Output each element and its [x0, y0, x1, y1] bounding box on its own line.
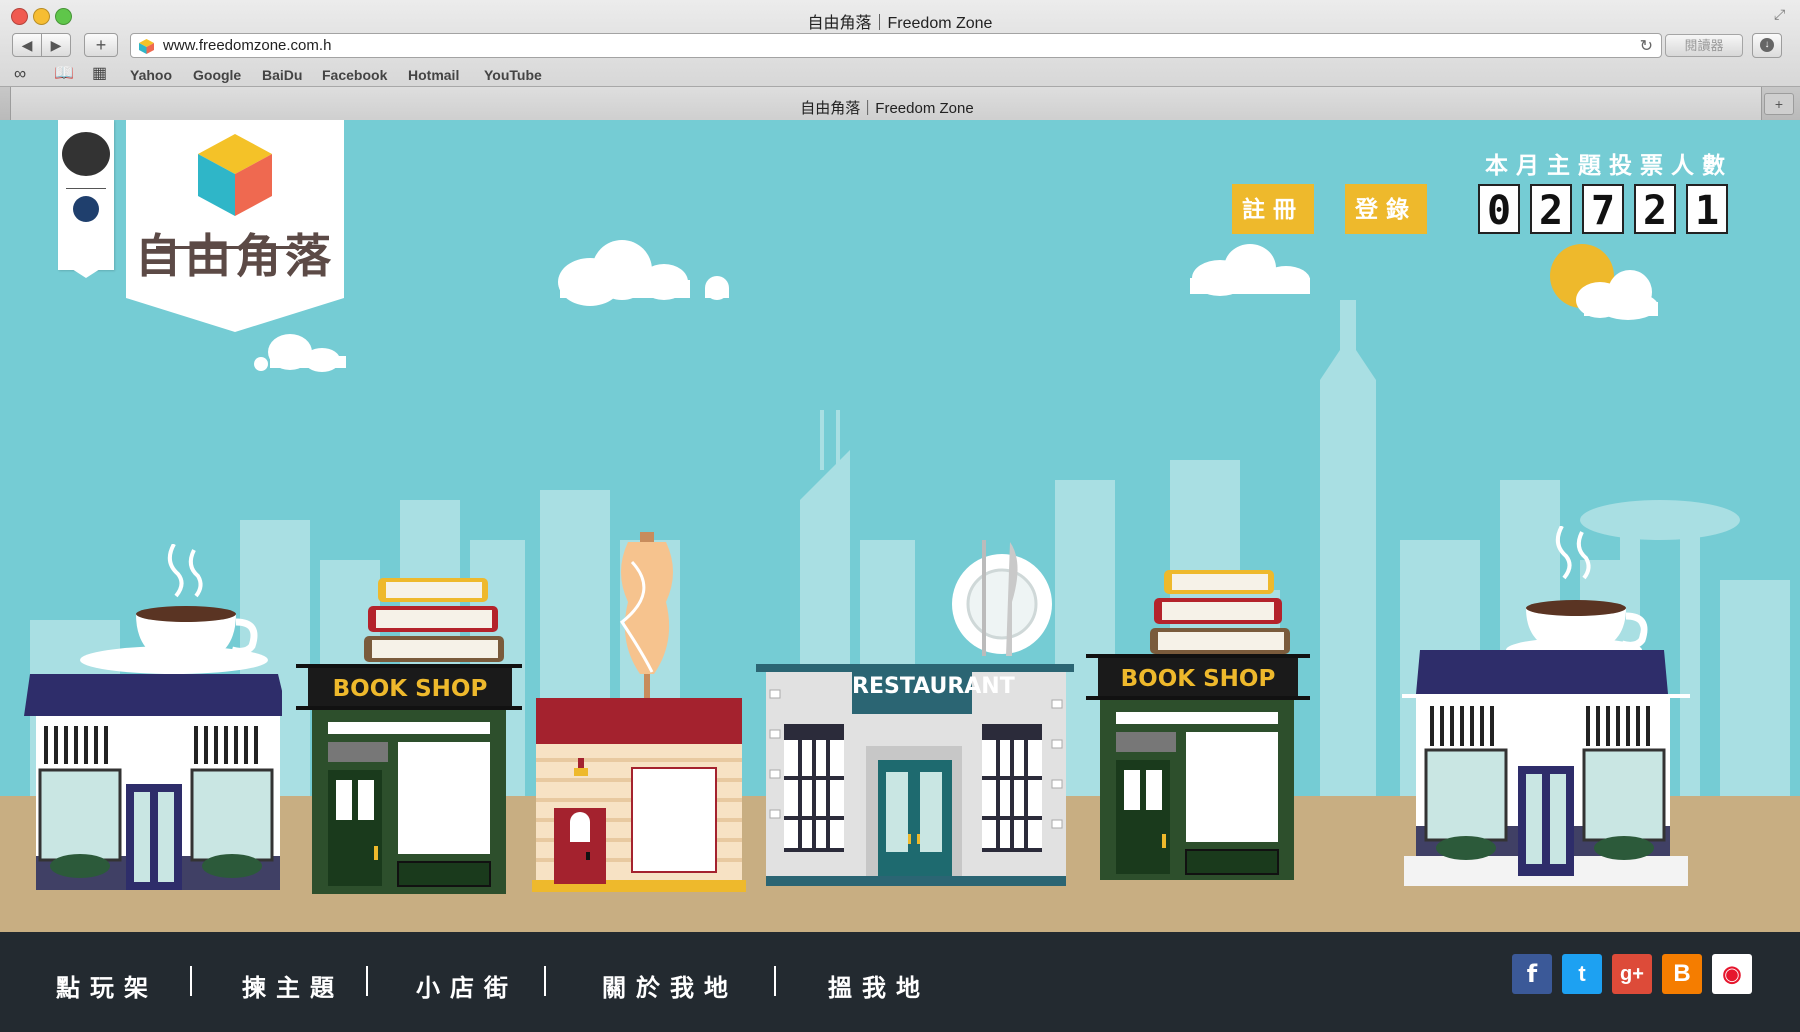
- bookshop-sign: BOOK SHOP: [332, 676, 488, 702]
- bookmarks-book-icon[interactable]: 📖: [54, 63, 74, 83]
- nav-separator: [544, 966, 546, 996]
- reading-list-icon[interactable]: ∞: [14, 64, 26, 84]
- nav-shop-street[interactable]: 小店街: [416, 968, 518, 1003]
- shop-bookshop-2[interactable]: BOOK SHOP: [1086, 568, 1312, 886]
- logo-text: 自由角落: [135, 229, 335, 283]
- restaurant-sign: RESTAURANT: [852, 674, 1015, 699]
- vote-digit: 7: [1582, 184, 1624, 234]
- bookmark-youtube[interactable]: YouTube: [484, 67, 542, 83]
- register-button[interactable]: 註冊: [1232, 184, 1314, 234]
- weibo-icon[interactable]: ◉: [1712, 954, 1752, 994]
- add-tab-button[interactable]: +: [1764, 93, 1794, 115]
- sponsor-badge: [58, 120, 114, 278]
- site-logo[interactable]: 自由角落: [126, 120, 344, 298]
- restaurant-building-illustration: [756, 540, 1074, 886]
- fullscreen-icon[interactable]: ⤢: [1774, 6, 1785, 23]
- vote-digit: 1: [1686, 184, 1728, 234]
- nav-play[interactable]: 點玩架: [56, 968, 158, 1003]
- url-text: www.freedomzone.com.h: [163, 37, 332, 54]
- tab-title: 自由角落｜Freedom Zone: [800, 100, 974, 117]
- vote-digit: 2: [1530, 184, 1572, 234]
- new-tab-button[interactable]: +: [84, 33, 118, 57]
- downloads-button[interactable]: ↓: [1752, 33, 1782, 58]
- shop-bookshop-1[interactable]: BOOK SHOP: [296, 576, 524, 894]
- tailor-building-illustration: [532, 532, 746, 892]
- bookmark-baidu[interactable]: BaiDu: [262, 67, 302, 83]
- download-icon: ↓: [1760, 38, 1774, 52]
- login-button[interactable]: 登錄: [1345, 184, 1427, 234]
- bookshop-sign: BOOK SHOP: [1120, 666, 1276, 692]
- vote-digit: 0: [1478, 184, 1520, 234]
- bookshop-building-illustration: [296, 578, 522, 894]
- nav-separator: [366, 966, 368, 996]
- jockey-club-logo: [73, 196, 99, 222]
- bookmark-google[interactable]: Google: [193, 67, 241, 83]
- back-button[interactable]: ◀: [12, 33, 42, 57]
- logo-cube-icon: [198, 134, 272, 216]
- nav-separator: [774, 966, 776, 996]
- cafe-building-illustration: [1402, 525, 1690, 886]
- page-content: 自由角落 註冊 登錄 本月主題投票人數 0 2 7 2 1 BOOK SHOP …: [0, 120, 1800, 1032]
- tab-active[interactable]: 自由角落｜Freedom Zone: [10, 87, 1762, 121]
- reload-icon[interactable]: ↻: [1640, 36, 1653, 56]
- window-title: 自由角落｜Freedom Zone: [807, 15, 993, 32]
- bookmark-facebook[interactable]: Facebook: [322, 67, 387, 83]
- bookmark-yahoo[interactable]: Yahoo: [130, 67, 172, 83]
- facebook-icon[interactable]: f: [1512, 954, 1552, 994]
- address-bar[interactable]: www.freedomzone.com.h ↻: [130, 33, 1662, 58]
- twitter-icon[interactable]: t: [1562, 954, 1602, 994]
- blogger-icon[interactable]: B: [1662, 954, 1702, 994]
- nav-separator: [190, 966, 192, 996]
- shop-tailor[interactable]: [532, 532, 746, 892]
- bookshop-building-illustration: [1086, 570, 1310, 880]
- sponsor-emblem-icon: [62, 132, 110, 176]
- bookmark-hotmail[interactable]: Hotmail: [408, 67, 459, 83]
- shop-restaurant[interactable]: RESTAURANT: [756, 540, 1074, 890]
- nav-choose-theme[interactable]: 揀主題: [242, 968, 344, 1003]
- browser-chrome: 自由角落｜Freedom Zone ⤢ ◀ ▶ + www.freedomzon…: [0, 0, 1800, 121]
- reader-button[interactable]: 閱讀器: [1665, 34, 1743, 57]
- top-sites-grid-icon[interactable]: ▦: [92, 63, 107, 83]
- shop-cafe-right[interactable]: [1402, 525, 1690, 888]
- tab-bar: 自由角落｜Freedom Zone +: [0, 86, 1800, 121]
- nav-about-us[interactable]: 關於我地: [602, 968, 738, 1003]
- shop-cafe-left[interactable]: [14, 543, 288, 890]
- nav-contact-us[interactable]: 搵我地: [828, 968, 930, 1003]
- forward-button[interactable]: ▶: [41, 33, 71, 57]
- vote-digit: 2: [1634, 184, 1676, 234]
- vote-count-label: 本月主題投票人數: [1485, 152, 1733, 178]
- cafe-building-illustration: [24, 543, 288, 890]
- google-plus-icon[interactable]: g+: [1612, 954, 1652, 994]
- site-favicon-icon: [139, 39, 154, 54]
